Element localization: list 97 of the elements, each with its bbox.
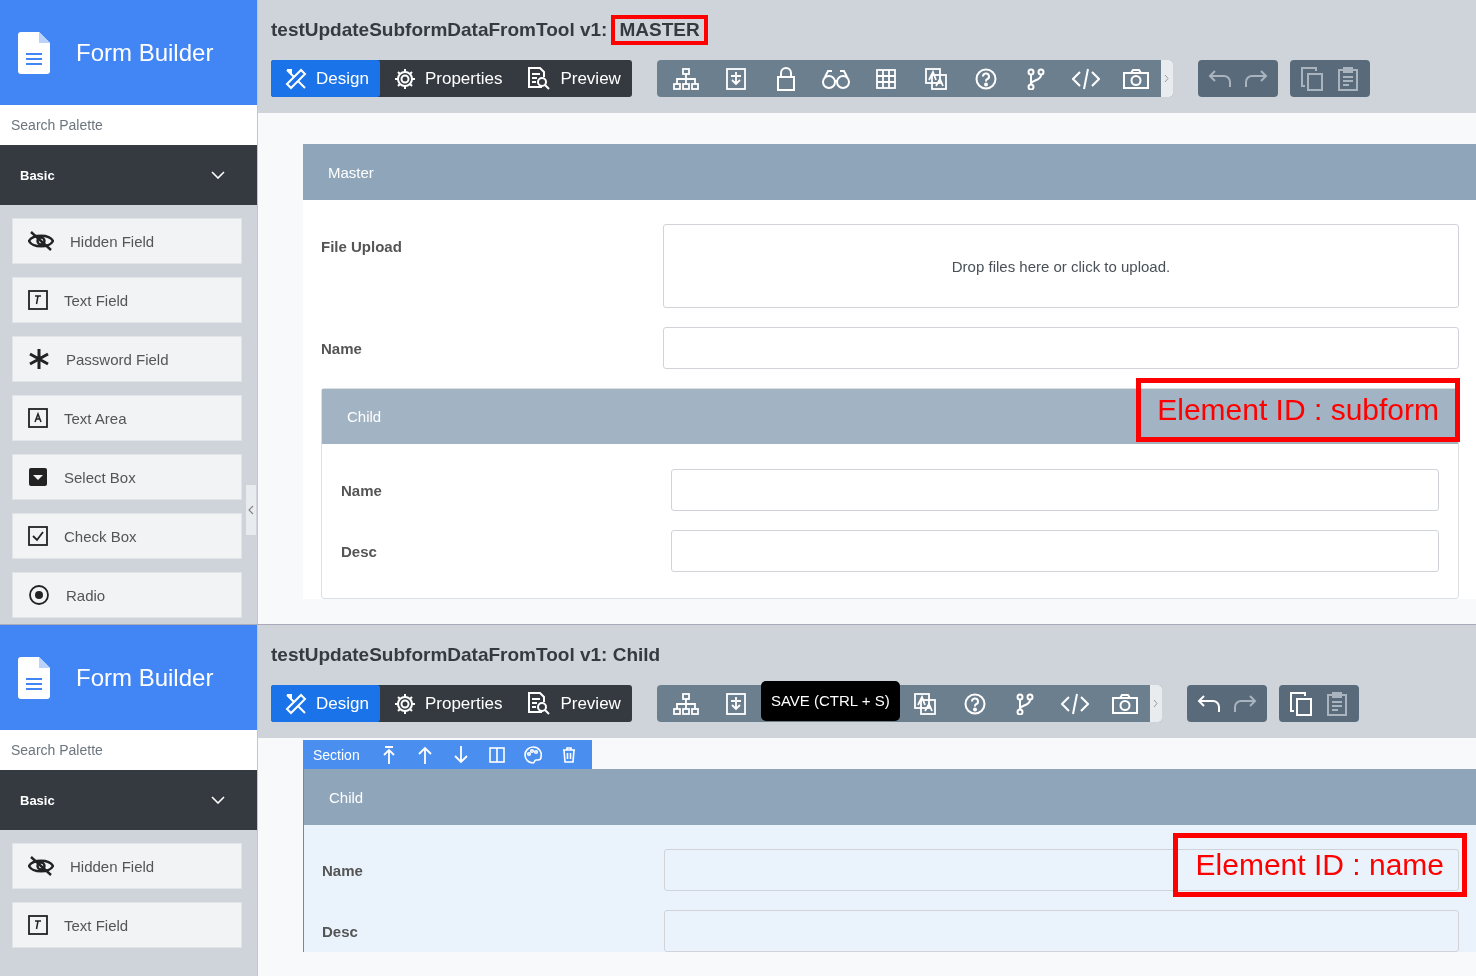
text-input-field[interactable] xyxy=(671,530,1439,572)
text-input-field[interactable] xyxy=(664,910,1459,952)
chevron-left-icon xyxy=(248,505,254,515)
text-area-icon xyxy=(28,408,48,428)
palette-item[interactable]: Password Field xyxy=(12,336,242,382)
text-input-field[interactable] xyxy=(664,849,1459,891)
document-icon xyxy=(18,656,50,699)
lock-icon xyxy=(775,66,796,91)
palette-item[interactable]: Text Field xyxy=(12,277,242,323)
category-header[interactable]: Basic xyxy=(0,770,257,830)
translate-icon xyxy=(913,692,936,715)
search-field[interactable]: Search Palette xyxy=(0,105,257,145)
dropdown-icon xyxy=(28,467,48,487)
scroll-right-button[interactable] xyxy=(1160,60,1173,97)
hierarchy-icon xyxy=(672,67,699,90)
translate-icon xyxy=(924,67,947,90)
section-title: Master xyxy=(328,163,374,181)
tab[interactable]: Properties xyxy=(379,685,514,722)
collapse-handle[interactable] xyxy=(246,485,256,535)
palette-item[interactable]: Hidden Field xyxy=(12,218,242,264)
tooltip: SAVE (CTRL + S) xyxy=(760,680,900,721)
binoculars-icon xyxy=(820,68,851,89)
chevron-right-icon xyxy=(1164,74,1170,83)
document-search-icon xyxy=(527,66,552,91)
document-icon xyxy=(18,31,50,74)
eye-slash-icon xyxy=(28,231,54,251)
arrow-up-icon xyxy=(416,745,433,764)
scroll-right-button[interactable] xyxy=(1149,685,1162,722)
checkbox-icon xyxy=(28,526,48,546)
tab[interactable]: Properties xyxy=(379,60,514,97)
arrow-down-icon xyxy=(452,745,469,764)
grid-icon xyxy=(875,68,896,89)
help-icon xyxy=(974,67,997,90)
palette-item[interactable]: Hidden Field xyxy=(12,843,242,889)
redo-icon xyxy=(1243,68,1268,89)
copy-icon xyxy=(1300,66,1323,91)
asterisk-icon xyxy=(28,348,50,370)
palette-item[interactable]: Text Area xyxy=(12,395,242,441)
field-label: File Upload xyxy=(321,237,403,255)
palette-icon xyxy=(523,745,542,764)
clipboard-icon xyxy=(1337,66,1358,91)
clipboard-icon xyxy=(1326,691,1347,716)
palette-item[interactable]: Radio xyxy=(12,572,242,618)
text-input-field[interactable] xyxy=(663,327,1459,369)
copy-icon xyxy=(1289,691,1312,716)
palette-item[interactable]: Text Field xyxy=(12,902,242,948)
form-title: testUpdateSubformDataFromTool v1: MASTER xyxy=(258,0,1476,44)
settings-icon xyxy=(393,67,416,90)
help-icon xyxy=(963,692,986,715)
text-input-field[interactable] xyxy=(671,469,1439,511)
subform-title: Child xyxy=(347,408,382,425)
chevron-icon xyxy=(211,171,225,179)
tab[interactable]: Design xyxy=(271,685,380,722)
field-label: Name xyxy=(322,861,364,879)
form-title: testUpdateSubformDataFromTool v1: Child xyxy=(270,642,662,667)
app-title: Form Builder xyxy=(76,38,214,67)
document-search-icon xyxy=(527,691,552,716)
camera-icon xyxy=(1122,68,1149,89)
branch-icon xyxy=(1015,692,1034,715)
code-icon xyxy=(1071,67,1100,90)
settings-icon xyxy=(393,692,416,715)
palette-item[interactable]: Select Box xyxy=(12,454,242,500)
chevron-icon xyxy=(211,796,225,804)
camera-icon xyxy=(1111,693,1138,714)
text-field-icon xyxy=(28,915,48,935)
field-label: Desc xyxy=(341,542,378,560)
tab[interactable]: Design xyxy=(271,60,380,97)
text-field-icon xyxy=(28,290,48,310)
columns-icon xyxy=(488,746,505,763)
annotation-callout: Element ID : name xyxy=(1172,833,1467,897)
ruler-pencil-icon xyxy=(285,692,307,715)
ruler-pencil-icon xyxy=(285,67,307,90)
save-icon xyxy=(725,692,746,715)
field-label: Name xyxy=(341,481,383,499)
save-icon xyxy=(725,67,746,90)
field-label: Name xyxy=(321,339,363,357)
undo-icon xyxy=(1196,693,1221,714)
branch-icon xyxy=(1026,67,1045,90)
hierarchy-icon xyxy=(672,692,699,715)
palette-item[interactable]: Check Box xyxy=(12,513,242,559)
tab[interactable]: Preview xyxy=(513,685,632,722)
eye-slash-icon xyxy=(28,856,54,876)
section-label: Section xyxy=(313,746,360,763)
search-field[interactable]: Search Palette xyxy=(0,730,257,770)
redo-icon xyxy=(1232,693,1257,714)
code-icon xyxy=(1060,692,1089,715)
field-label: Desc xyxy=(322,922,359,940)
undo-icon xyxy=(1207,68,1232,89)
category-header[interactable]: Basic xyxy=(0,145,257,205)
radio-icon xyxy=(28,584,50,606)
tab[interactable]: Preview xyxy=(513,60,632,97)
section-title: Child xyxy=(329,788,364,806)
annotation-callout: Element ID : subform xyxy=(1136,378,1460,442)
file-drop-zone[interactable]: Drop files here or click to upload. xyxy=(663,224,1459,308)
trash-icon xyxy=(561,746,576,763)
app-title: Form Builder xyxy=(76,663,214,692)
chevron-right-icon xyxy=(1153,699,1159,708)
